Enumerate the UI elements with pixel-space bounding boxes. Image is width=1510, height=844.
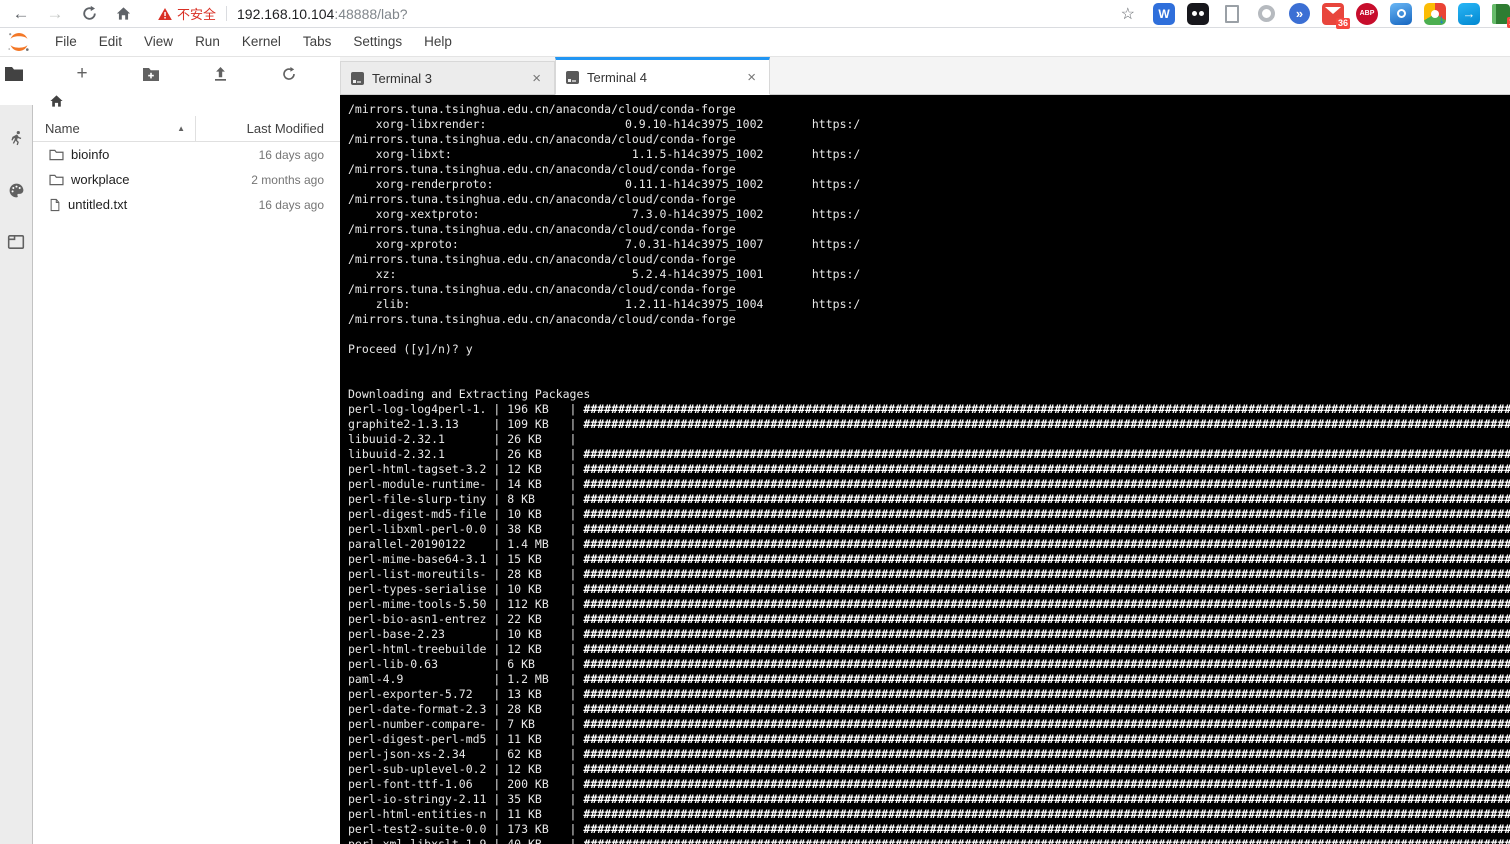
activity-sidebar (0, 57, 33, 844)
menu-run[interactable]: Run (184, 34, 231, 49)
menu-edit[interactable]: Edit (88, 34, 133, 49)
dock-tab-bar: Terminal 3 × Terminal 4 × (340, 57, 1510, 95)
download-extension-icon[interactable]: ↓ (1424, 2, 1446, 26)
file-name: workplace (71, 172, 130, 187)
file-name: bioinfo (71, 147, 110, 162)
book-extension-icon[interactable]: 1 (1492, 3, 1510, 28)
folder-icon (49, 174, 64, 185)
disc-extension-icon[interactable] (1390, 2, 1412, 25)
file-icon (50, 198, 60, 211)
home-icon[interactable] (110, 2, 136, 26)
url-host: 192.168.10.104 (237, 5, 335, 22)
page-extension-icon[interactable] (1221, 3, 1243, 25)
menu-help[interactable]: Help (413, 34, 463, 49)
column-header-last-modified[interactable]: Last Modified (195, 116, 340, 141)
folder-icon (5, 67, 23, 81)
sidebar-tab-commands[interactable] (2, 173, 30, 207)
menu-kernel[interactable]: Kernel (231, 34, 292, 49)
folder-icon (49, 149, 64, 160)
file-modified: 16 days ago (258, 197, 324, 212)
url-text: 192.168.10.104:48888/lab? (237, 6, 408, 22)
ring-extension-icon[interactable] (1255, 3, 1277, 25)
file-modified: 16 days ago (258, 147, 324, 162)
security-warning-icon (158, 7, 172, 20)
mail-badge: 36 (1335, 17, 1350, 29)
new-launcher-icon[interactable]: + (69, 61, 95, 87)
terminal-icon (566, 70, 579, 84)
palette-icon (9, 183, 23, 197)
file-row-untitled.txt[interactable]: untitled.txt 16 days ago (33, 192, 340, 217)
address-bar[interactable]: 不安全 192.168.10.104:48888/lab? ☆ (158, 2, 1141, 26)
menu-view[interactable]: View (133, 34, 184, 49)
file-row-workplace[interactable]: workplace 2 months ago (33, 167, 340, 192)
adblock-extension-icon[interactable]: ABP (1356, 2, 1378, 25)
file-list-header: Name ▲ Last Modified (33, 116, 340, 142)
tab-label: Terminal 3 (372, 70, 432, 86)
terminal-panel[interactable]: /mirrors.tuna.tsinghua.edu.cn/anaconda/c… (340, 95, 1510, 844)
jupyter-menubar: File Edit View Run Kernel Tabs Settings Help (0, 28, 1510, 57)
refresh-icon[interactable] (76, 2, 102, 26)
sidebar-tab-files[interactable] (0, 57, 28, 91)
menu-file[interactable]: File (44, 34, 88, 49)
omnibox-divider (226, 6, 228, 21)
file-name: untitled.txt (68, 197, 128, 212)
terminal-icon (351, 71, 364, 85)
security-warning-label: 不安全 (177, 7, 217, 22)
terminal-output: /mirrors.tuna.tsinghua.edu.cn/anaconda/c… (348, 102, 1510, 844)
sort-ascending-icon: ▲ (177, 124, 185, 133)
menu-tabs[interactable]: Tabs (292, 34, 343, 49)
file-browser: + Name ▲ Last Modified bioinfo 16 days a… (33, 57, 340, 844)
extension-tray: W » 36 ABP ↓ → 1 (1141, 2, 1510, 29)
w-extension-icon[interactable]: W (1153, 2, 1175, 25)
breadcrumb (33, 91, 340, 116)
file-list: bioinfo 16 days ago workplace 2 months ago u… (33, 142, 340, 217)
forward-icon[interactable]: → (42, 2, 68, 26)
file-browser-toolbar: + (33, 57, 340, 91)
tab-label: Terminal 4 (587, 69, 647, 85)
tab-terminal-3[interactable]: Terminal 3 × (340, 61, 555, 94)
jupyter-logo-icon (8, 33, 29, 51)
file-modified: 2 months ago (251, 172, 324, 187)
tabs-icon (7, 235, 25, 249)
column-header-name[interactable]: Name ▲ (33, 116, 195, 141)
close-icon[interactable]: × (529, 70, 544, 87)
tab-terminal-4[interactable]: Terminal 4 × (555, 57, 770, 95)
breadcrumb-home-icon[interactable] (49, 94, 64, 113)
menu-items: File Edit View Run Kernel Tabs Settings Help (44, 33, 463, 51)
new-folder-icon[interactable] (138, 61, 164, 87)
running-man-icon (10, 130, 21, 146)
sidebar-tab-running[interactable] (2, 121, 30, 155)
refresh-file-list-icon[interactable] (276, 61, 302, 87)
close-icon[interactable]: × (744, 69, 759, 86)
upload-icon[interactable] (207, 61, 233, 87)
file-row-bioinfo[interactable]: bioinfo 16 days ago (33, 142, 340, 167)
browser-toolbar: ← → 不安全 192.168.10.104:48888/lab? ☆ W » … (0, 0, 1510, 29)
eyes-extension-icon[interactable] (1187, 2, 1209, 25)
url-path: :48888/lab? (334, 5, 408, 22)
back-icon[interactable]: ← (8, 2, 34, 26)
bookmark-star-icon[interactable]: ☆ (1121, 4, 1135, 24)
tab-arrow-extension-icon[interactable]: → (1458, 2, 1480, 25)
menu-settings[interactable]: Settings (342, 34, 413, 49)
mail-extension-icon[interactable]: 36 (1322, 2, 1350, 29)
chevrons-extension-icon[interactable]: » (1289, 3, 1310, 24)
sidebar-tab-open-tabs[interactable] (2, 225, 30, 259)
